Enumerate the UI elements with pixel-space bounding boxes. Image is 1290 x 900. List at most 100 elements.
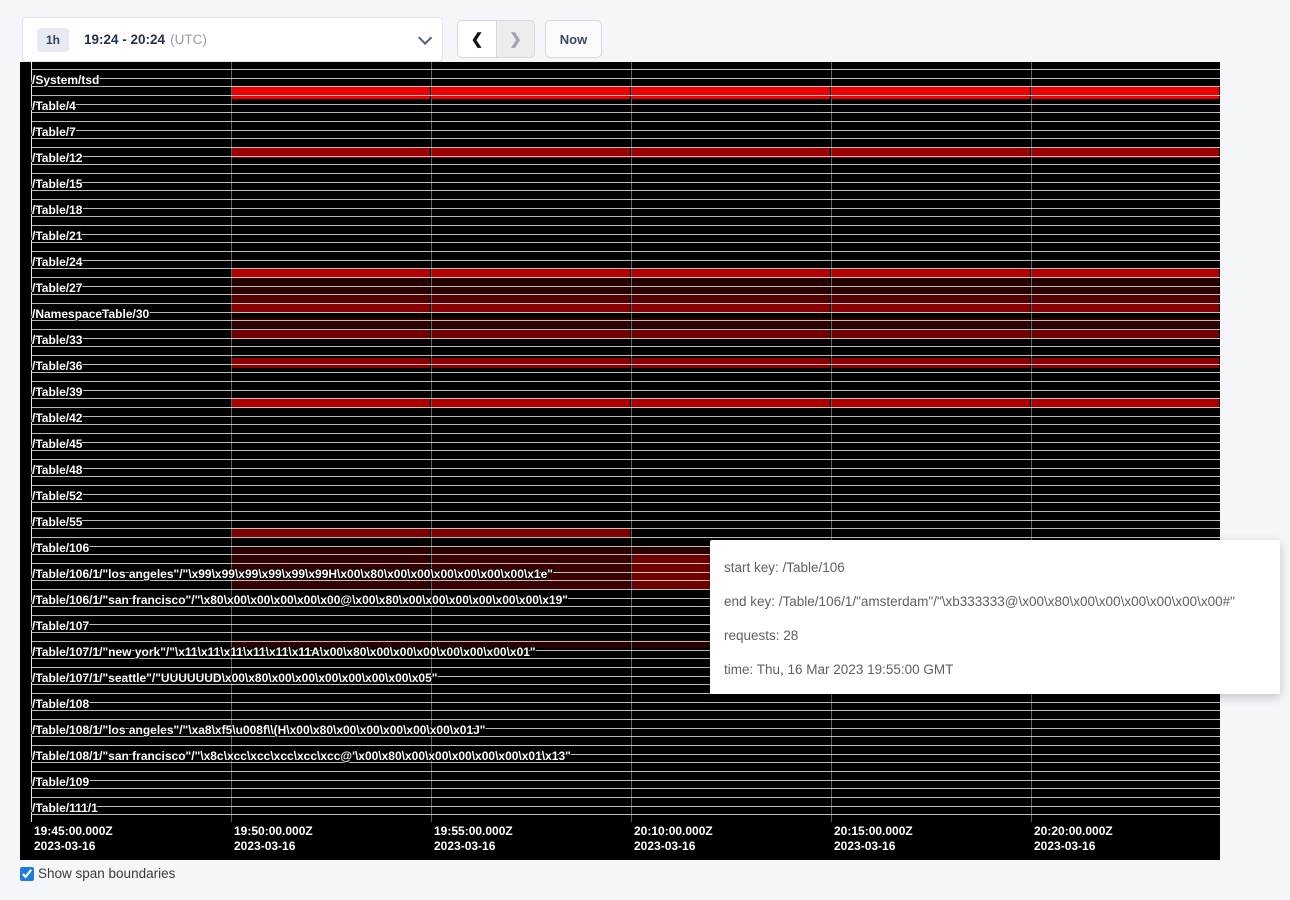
tick-time: 20:10:00.000Z [634,824,713,839]
row-key-label: /Table/24 [32,256,82,268]
axis-tick: 19:50:00.000Z2023-03-16 [234,824,313,854]
span-boundary-line [31,355,1220,356]
row-key-label: /Table/33 [32,334,82,346]
tick-date: 2023-03-16 [634,839,713,854]
row-key-label: /Table/42 [32,412,82,424]
span-boundary-line [31,771,1220,772]
activity-band [1032,358,1219,368]
axis-tick: 20:15:00.000Z2023-03-16 [834,824,913,854]
tooltip-end-key: end key: /Table/106/1/"amsterdam"/"\xb33… [724,584,1280,618]
span-boundary-line [31,398,1220,399]
previous-window-button[interactable]: ❮ [458,21,496,57]
row-key-label: /Table/106/1/"los angeles"/"\x99\x99\x99… [32,568,553,580]
span-boundary-line [31,164,1220,165]
span-boundary-line [31,346,1220,347]
span-boundary-line [31,216,1220,217]
tick-time: 19:55:00.000Z [434,824,513,839]
span-boundary-line [31,528,1220,529]
tick-date: 2023-03-16 [234,839,313,854]
range-text: 19:24 - 20:24 [84,32,165,47]
key-visualizer-canvas[interactable]: /System/tsd/Table/4/Table/7/Table/12/Tab… [20,62,1220,860]
span-boundary-line [31,251,1220,252]
span-boundary-line [31,390,1220,391]
span-boundary-line [31,225,1220,226]
activity-band [432,528,630,537]
span-boundary-line [31,130,1220,131]
activity-band [832,358,1030,368]
span-boundary-line [31,416,1220,417]
axis-tick: 20:10:00.000Z2023-03-16 [634,824,713,854]
tick-date: 2023-03-16 [834,839,913,854]
activity-band [832,87,1030,99]
span-boundary-line [31,277,1220,278]
row-key-label: /NamespaceTable/30 [32,308,149,320]
row-key-label: /Table/7 [32,126,76,138]
span-boundary-line [31,520,1220,521]
activity-band [432,87,630,99]
row-key-label: /System/tsd [32,74,99,86]
row-key-label: /Table/108/1/"san francisco"/"\x8c\xcc\x… [32,750,571,762]
span-boundary-line [31,442,1220,443]
activity-band [232,358,430,368]
span-boundary-line [31,234,1220,235]
span-boundary-line [31,537,1220,538]
span-boundary-line [31,294,1220,295]
row-key-label: /Table/27 [32,282,82,294]
span-boundary-line [31,450,1220,451]
activity-band [432,358,630,368]
span-boundary-line [31,121,1220,122]
row-key-label: /Table/4 [32,100,76,112]
span-boundary-line [31,372,1220,373]
row-key-label: /Table/52 [32,490,82,502]
span-boundary-line [31,459,1220,460]
span-boundary-line [31,147,1220,148]
key-visualizer-page: { "toolbar": { "range_badge": "1h", "ran… [0,0,1290,900]
span-boundary-line [31,260,1220,261]
time-range-selector[interactable]: 1h 19:24 - 20:24 (UTC) [22,17,443,62]
row-key-label: /Table/36 [32,360,82,372]
span-boundary-line [31,788,1220,789]
span-boundary-line [31,806,1220,807]
tick-date: 2023-03-16 [1034,839,1113,854]
span-tooltip: start key: /Table/106 end key: /Table/10… [710,540,1280,694]
activity-band [1032,87,1219,99]
span-boundary-line [31,476,1220,477]
span-boundary-line [31,78,1220,79]
activity-band [632,87,830,99]
row-key-label: /Table/111/1 [32,802,98,814]
span-boundary-line [31,104,1220,105]
tick-date: 2023-03-16 [34,839,113,854]
tick-time: 19:45:00.000Z [34,824,113,839]
row-key-label: /Table/107/1/"seattle"/"UUUUUUD\x00\x80\… [32,672,437,684]
span-boundary-line [31,173,1220,174]
span-boundary-line [31,511,1220,512]
chevron-down-icon [418,30,432,44]
row-key-label: /Table/109 [32,776,89,788]
span-boundary-line [31,268,1220,269]
span-boundary-line [31,303,1220,304]
span-boundary-line [31,407,1220,408]
row-key-label: /Table/108 [32,698,89,710]
span-boundary-line [31,286,1220,287]
show-span-boundaries-checkbox[interactable] [20,867,34,881]
next-window-button[interactable]: ❯ [496,21,534,57]
span-boundary-line [31,329,1220,330]
activity-band [232,528,430,537]
span-boundary-line [31,814,1220,815]
tick-time: 20:20:00.000Z [1034,824,1113,839]
range-duration-badge: 1h [37,28,69,52]
span-boundary-line [31,485,1220,486]
now-button[interactable]: Now [545,20,602,58]
span-boundary-line [31,338,1220,339]
tick-date: 2023-03-16 [434,839,513,854]
range-timezone: (UTC) [170,32,207,47]
span-boundary-line [31,745,1220,746]
row-key-label: /Table/55 [32,516,82,528]
tick-time: 20:15:00.000Z [834,824,913,839]
span-boundary-line [31,502,1220,503]
row-key-label: /Table/106/1/"san francisco"/"\x80\x00\x… [32,594,568,606]
span-boundary-line [31,702,1220,703]
span-boundary-line [31,780,1220,781]
span-boundary-line [31,381,1220,382]
row-key-label: /Table/107/1/"new york"/"\x11\x11\x11\x1… [32,646,536,658]
